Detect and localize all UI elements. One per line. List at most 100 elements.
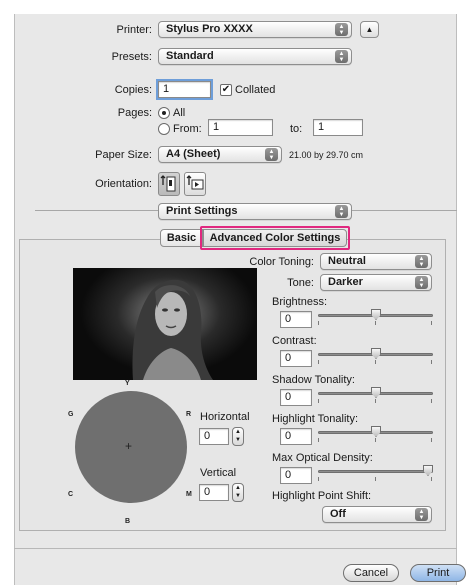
slider-value-field[interactable]: 0 [280, 389, 312, 406]
landscape-orientation-icon[interactable] [184, 172, 206, 196]
slider-tick [375, 438, 376, 442]
wheel-label-b: B [125, 518, 131, 525]
collated-checkbox[interactable]: ✔ [220, 84, 232, 96]
slider-label: Highlight Tonality: [272, 413, 359, 425]
slider-track[interactable] [318, 470, 433, 473]
color-toning-popup[interactable]: Neutral ▲ ▼ [320, 253, 432, 270]
highlight-point-shift-popup[interactable]: Off ▲ ▼ [322, 506, 432, 523]
popup-arrows-icon: ▲ ▼ [415, 276, 428, 289]
presets-value: Standard [166, 50, 214, 62]
pages-to-field[interactable]: 1 [313, 119, 363, 136]
adjustment-slider[interactable] [318, 425, 433, 443]
printer-label: Printer: [116, 24, 152, 36]
slider-label: Brightness: [272, 296, 328, 308]
printer-value: Stylus Pro XXXX [166, 23, 253, 35]
tab-basic[interactable]: Basic [160, 229, 203, 247]
pages-from-radio[interactable] [158, 123, 170, 135]
slider-tick [375, 477, 376, 481]
section-popup[interactable]: Print Settings ▲ ▼ [158, 203, 352, 220]
wheel-label-c: C [68, 491, 74, 498]
slider-thumb[interactable] [371, 426, 381, 437]
pages-all-label: All [173, 107, 186, 119]
adjustment-slider[interactable] [318, 386, 433, 404]
slider-value-field[interactable]: 0 [280, 311, 312, 328]
slider-label: Shadow Tonality: [272, 374, 355, 386]
slider-tick [375, 321, 376, 325]
popup-arrows-icon: ▲ ▼ [335, 205, 348, 218]
popup-arrows-icon: ▲ ▼ [335, 23, 348, 36]
slider-value-field[interactable]: 0 [280, 467, 312, 484]
slider-thumb[interactable] [423, 465, 433, 476]
pages-all-radio[interactable] [158, 107, 170, 119]
slider-label: Max Optical Density: [272, 452, 373, 464]
slider-tick [375, 360, 376, 364]
tab-highlight-box [200, 226, 350, 250]
copies-field[interactable]: 1 [156, 79, 213, 100]
popup-arrows-icon: ▲ ▼ [415, 255, 428, 268]
copies-label: Copies: [114, 84, 152, 96]
slider-tick [431, 399, 432, 403]
highlight-point-shift-value: Off [330, 508, 346, 520]
horizontal-field[interactable]: 0 [199, 428, 229, 445]
slider-thumb[interactable] [371, 348, 381, 359]
collated-label: Collated [235, 84, 276, 96]
disclosure-triangle-icon[interactable]: ▲ [360, 21, 379, 38]
presets-popup[interactable]: Standard ▲ ▼ [158, 48, 352, 65]
vertical-label: Vertical [200, 467, 237, 479]
slider-tick [318, 321, 319, 325]
slider-label: Contrast: [272, 335, 317, 347]
slider-tick [318, 438, 319, 442]
printer-popup[interactable]: Stylus Pro XXXX ▲ ▼ [158, 21, 352, 38]
vertical-stepper[interactable]: ▲ ▼ [232, 483, 244, 502]
color-toning-value: Neutral [328, 255, 366, 267]
slider-tick [431, 321, 432, 325]
slider-tick [431, 477, 432, 481]
paper-size-popup[interactable]: A4 (Sheet) ▲ ▼ [158, 146, 282, 163]
slider-tick [375, 399, 376, 403]
wheel-label-g: G [68, 411, 74, 418]
tone-value: Darker [328, 276, 363, 288]
slider-thumb[interactable] [371, 387, 381, 398]
tone-label: Tone: [287, 277, 314, 289]
tone-popup[interactable]: Darker ▲ ▼ [320, 274, 432, 291]
pages-label: Pages: [117, 107, 152, 119]
adjustment-slider[interactable] [318, 347, 433, 365]
horizontal-label: Horizontal [200, 411, 250, 423]
pages-from-field[interactable]: 1 [208, 119, 273, 136]
slider-tick [318, 477, 319, 481]
pages-from-label: From: [173, 123, 202, 135]
presets-label: Presets: [111, 51, 152, 63]
wheel-label-y: Y [125, 380, 130, 387]
slider-value-field[interactable]: 0 [280, 350, 312, 367]
wheel-label-r: R [186, 411, 192, 418]
slider-value-field[interactable]: 0 [280, 428, 312, 445]
wheel-label-m: M [186, 491, 192, 498]
slider-tick [431, 360, 432, 364]
adjustment-slider[interactable] [318, 308, 433, 326]
print-button[interactable]: Print [410, 564, 466, 582]
slider-tick [318, 399, 319, 403]
wheel-center-mark[interactable]: + [125, 439, 132, 453]
cancel-button[interactable]: Cancel [343, 564, 399, 582]
adjustment-slider[interactable] [318, 464, 433, 482]
popup-arrows-icon: ▲ ▼ [415, 508, 428, 521]
preview-image [73, 268, 257, 380]
color-adjust-wheel[interactable]: + [75, 391, 187, 503]
paper-size-value: A4 (Sheet) [166, 148, 221, 160]
slider-thumb[interactable] [371, 309, 381, 320]
color-toning-label: Color Toning: [249, 256, 314, 268]
portrait-orientation-icon[interactable] [158, 172, 180, 196]
horizontal-stepper[interactable]: ▲ ▼ [232, 427, 244, 446]
highlight-point-shift-label: Highlight Point Shift: [272, 490, 372, 502]
orientation-label: Orientation: [95, 178, 152, 190]
slider-tick [318, 360, 319, 364]
paper-dimensions: 21.00 by 29.70 cm [289, 150, 364, 160]
vertical-field[interactable]: 0 [199, 484, 229, 501]
section-popup-value: Print Settings [166, 205, 238, 217]
paper-size-label: Paper Size: [95, 149, 152, 161]
bottom-divider [14, 548, 457, 549]
popup-arrows-icon: ▲ ▼ [335, 50, 348, 63]
slider-tick [431, 438, 432, 442]
popup-arrows-icon: ▲ ▼ [265, 148, 278, 161]
pages-to-label: to: [290, 123, 303, 135]
